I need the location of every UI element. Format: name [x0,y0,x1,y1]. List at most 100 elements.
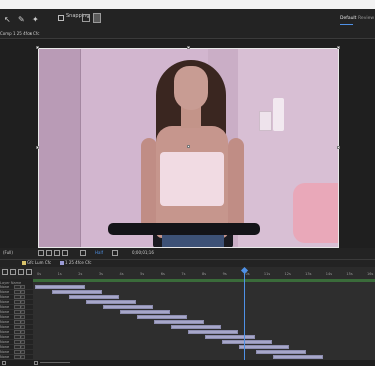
layer-duration-bar[interactable] [188,330,238,334]
frame-blend-icon[interactable] [18,269,24,275]
light-switch [259,111,272,131]
video-frame[interactable] [38,48,339,248]
transform-handle[interactable] [187,46,190,49]
search-layers-icon[interactable] [2,269,8,275]
layer-duration-bar[interactable] [154,320,204,324]
tools-toolbar: ↖ ✎ ✦ [0,9,375,31]
graph-editor-icon[interactable] [26,269,32,275]
zoom-slider[interactable] [40,362,70,363]
ruler-tick-label: 8s [202,272,207,276]
timeline-footer [0,360,375,366]
timeline-tab-1[interactable]: Gfc Lum Cfc [27,260,51,265]
chevron-down-icon: ▾ [20,330,22,334]
comp-color-swatch [22,261,26,265]
chevron-down-icon: ▾ [20,310,22,314]
chevron-down-icon: ▾ [20,290,22,294]
timeline-tab-bar [0,259,375,267]
region-icon[interactable] [62,250,68,256]
chevron-down-icon: ▾ [20,340,22,344]
resolution-dropdown[interactable]: Half [95,250,103,255]
ruler-tick-label: 7s [181,272,186,276]
chevron-down-icon: ▾ [20,305,22,309]
puppet-tool-icon[interactable]: ✦ [32,15,42,25]
camera-icon[interactable] [80,250,86,256]
view-options-icon[interactable] [112,250,118,256]
zoom-out-icon[interactable] [34,361,38,365]
snapping-checkbox[interactable] [58,15,64,21]
layer-mode-value: None [0,355,10,359]
ruler-tick-label: 12s [284,272,291,276]
layer-mode-value: None [0,295,10,299]
grid-icon[interactable] [38,250,44,256]
timeline-tab-2[interactable]: 1 25 4fce Cfc [65,260,91,265]
layer-duration-bar[interactable] [273,355,323,359]
layer-duration-bar[interactable] [86,300,136,304]
transform-handle[interactable] [337,46,340,49]
ruler-tick-label: 0s [37,272,42,276]
render-time-icon[interactable] [2,361,6,365]
ruler-tick-label: 16s [367,272,374,276]
layer-mode-value: None [0,310,10,314]
layer-mode-value: None [0,335,10,339]
layer-mode-value: None [0,315,10,319]
layer-duration-bar[interactable] [137,315,187,319]
channel-icon[interactable] [54,250,60,256]
layer-mode-value: None [0,345,10,349]
transform-handle[interactable] [337,146,340,149]
workspace-active-indicator [340,24,353,25]
chevron-down-icon: ▾ [20,295,22,299]
layer-duration-bar[interactable] [69,295,119,299]
ruler-tick-label: 14s [325,272,333,276]
layer-duration-bar[interactable] [222,340,272,344]
layer-mode-value: None [0,285,10,289]
workspace-default-tab[interactable]: Default [340,16,356,21]
layer-duration-bar[interactable] [239,345,289,349]
chevron-down-icon: ▾ [20,320,22,324]
wall-left [38,48,80,248]
chevron-down-icon: ▾ [20,285,22,289]
layer-mode-value: None [0,320,10,324]
arm-right [228,138,244,230]
magnification-dropdown[interactable]: (Full) [3,250,13,255]
ruler-tick-label: 9s [222,272,227,276]
transform-handle[interactable] [36,146,39,149]
playhead-line [244,272,245,362]
close-tab-icon[interactable]: × [29,31,32,36]
layer-duration-bar[interactable] [120,310,170,314]
door-line [80,48,81,248]
layer-mode-value: None [0,340,10,344]
shy-icon[interactable] [10,269,16,275]
transform-handle[interactable] [36,46,39,49]
ruler-tick-label: 6s [160,272,165,276]
layer-mode-value: None [0,300,10,304]
composition-tab-bar [0,31,375,38]
workspace-review-tab[interactable]: Review [358,16,374,21]
chair-arm [108,223,260,235]
ruler-tick-label: 2s [78,272,83,276]
layer-duration-bar[interactable] [103,305,153,309]
layer-duration-bar[interactable] [171,325,221,329]
layer-mode-value: None [0,305,10,309]
crop-top [160,152,224,206]
snap-edges-icon[interactable] [82,14,90,22]
ruler-tick-label: 3s [98,272,103,276]
ruler-tick-label: 5s [140,272,145,276]
pen-tool-icon[interactable]: ✎ [18,15,28,25]
chevron-down-icon: ▾ [20,355,22,359]
mask-icon[interactable] [46,250,52,256]
ruler-tick-label: 15s [346,272,353,276]
chevron-down-icon: ▾ [20,345,22,349]
current-time[interactable]: 0;00;01;16 [132,250,154,255]
layer-duration-bar[interactable] [52,290,102,294]
anchor-point-handle[interactable] [187,145,190,148]
composition-tab[interactable]: Comp 1 25 4fce Cfc [0,31,39,36]
layer-duration-bar[interactable] [35,285,85,289]
ruler-tick-label: 11s [263,272,271,276]
selection-tool-icon[interactable]: ↖ [4,15,14,25]
layer-duration-bar[interactable] [205,335,255,339]
snap-features-icon[interactable] [93,13,101,23]
layer-mode-value: None [0,325,10,329]
pillow [293,183,339,243]
layer-mode-value: None [0,290,10,294]
layer-duration-bar[interactable] [256,350,306,354]
